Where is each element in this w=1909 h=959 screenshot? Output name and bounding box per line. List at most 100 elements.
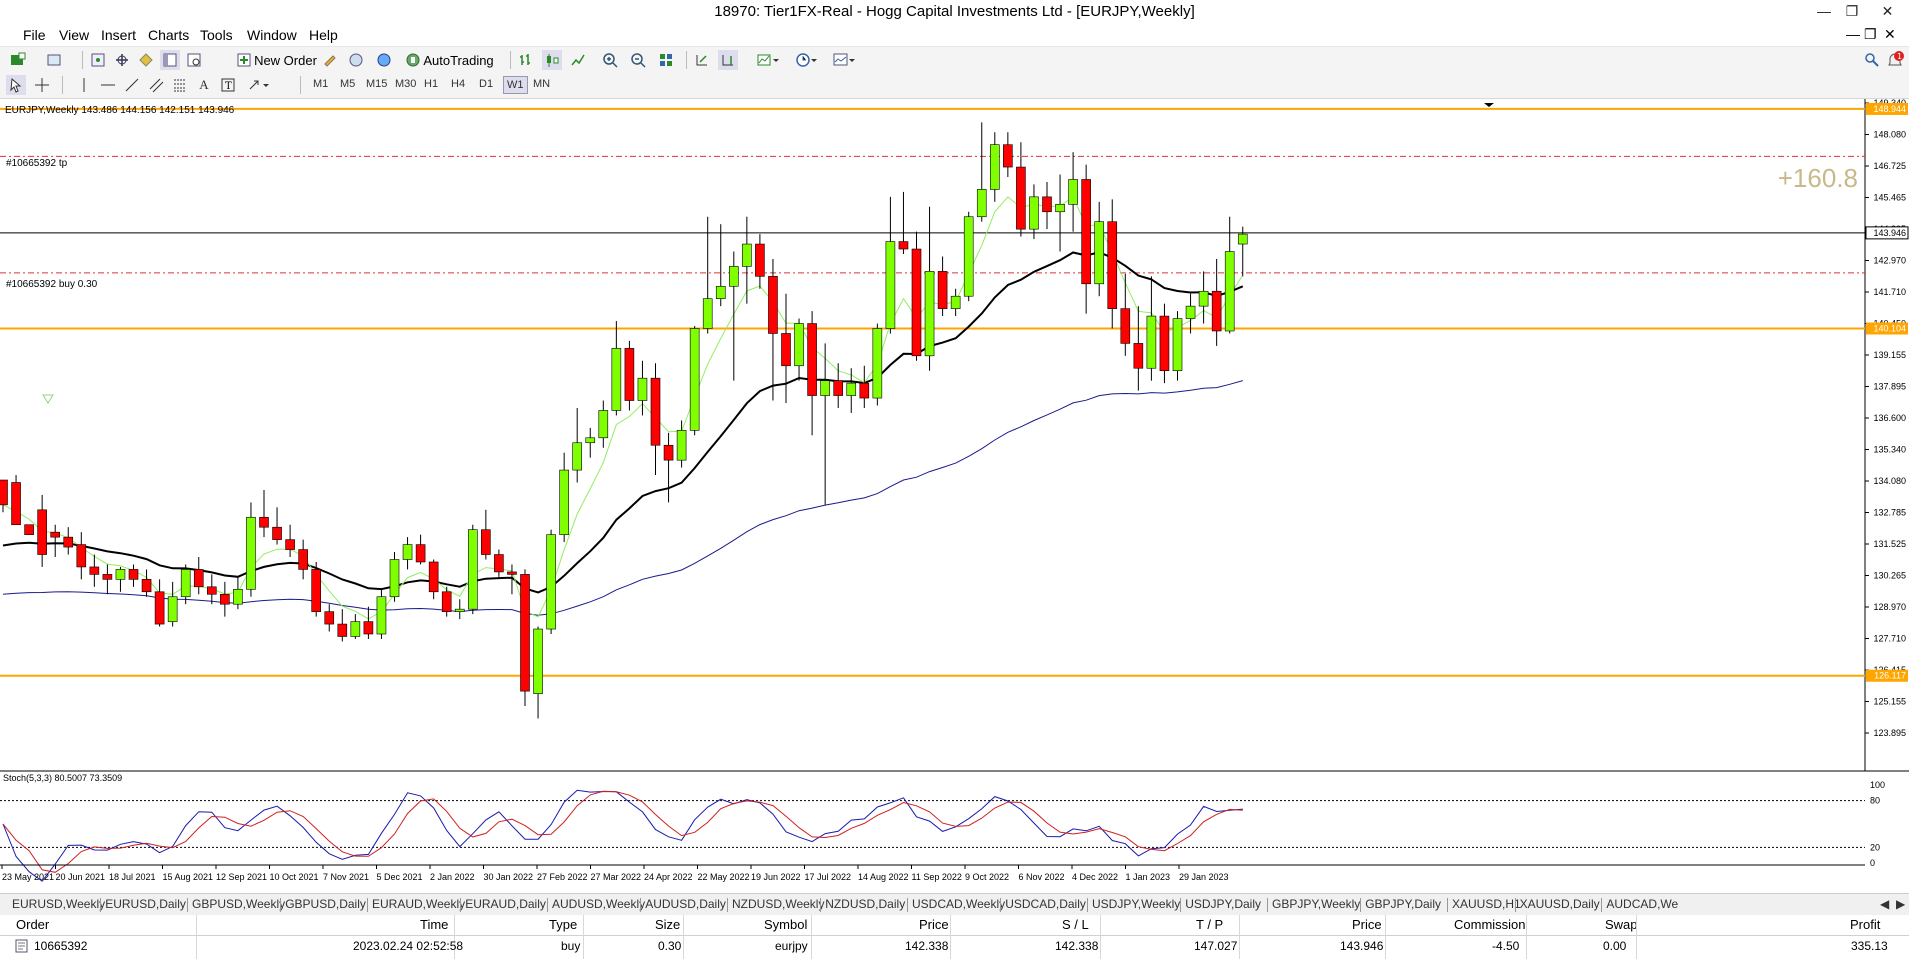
chart-tab[interactable]: EURUSD,Daily — [105, 897, 186, 911]
timeframe-m1[interactable]: M1 — [310, 76, 331, 92]
zoom-in-icon[interactable] — [600, 50, 620, 70]
chart-tab[interactable]: USDJPY,Weekly — [1092, 897, 1180, 911]
col-time[interactable]: Time — [420, 915, 448, 935]
market-watch-icon[interactable] — [88, 50, 108, 70]
chart-tab[interactable]: USDCAD,Weekly — [912, 897, 1005, 911]
auto-scroll-icon[interactable] — [692, 50, 712, 70]
chart-tab[interactable]: EURAUD,Daily — [465, 897, 546, 911]
new-chart-icon[interactable] — [4, 50, 32, 70]
strategy-tester-icon[interactable] — [184, 50, 204, 70]
chart-tab[interactable]: AUDUSD,Weekly — [552, 897, 645, 911]
menu-file[interactable]: File — [23, 27, 46, 43]
search-icon[interactable] — [1862, 50, 1882, 70]
notifications-icon[interactable]: 1 — [1884, 50, 1906, 70]
timeframe-d1[interactable]: D1 — [476, 76, 496, 92]
chart-tab[interactable]: AUDCAD,We — [1606, 897, 1678, 911]
close-child-icon[interactable]: ✕ — [1884, 26, 1896, 43]
timeframe-m5[interactable]: M5 — [337, 76, 358, 92]
navigator-icon[interactable] — [136, 50, 156, 70]
timeframe-h1[interactable]: H1 — [421, 76, 441, 92]
chart-tab[interactable]: XAUUSD,Daily — [1520, 897, 1600, 911]
col-profit[interactable]: Profit — [1850, 915, 1880, 935]
col-current-price[interactable]: Price — [1352, 915, 1382, 935]
chart-tab[interactable]: AUDUSD,Daily — [645, 897, 726, 911]
data-window-icon[interactable] — [112, 50, 132, 70]
chart-tab[interactable]: USDJPY,Daily — [1185, 897, 1261, 911]
timeframe-h4[interactable]: H4 — [448, 76, 468, 92]
equidistant-channel-icon[interactable] — [146, 75, 166, 95]
restore-child-icon[interactable]: ❐ — [1864, 26, 1877, 43]
indicators-icon[interactable] — [752, 50, 784, 70]
minimize-child-icon[interactable]: — — [1846, 26, 1860, 42]
autotrading-button[interactable]: AutoTrading — [402, 50, 498, 70]
arrows-dropdown-icon[interactable] — [244, 75, 274, 95]
crosshair-icon[interactable] — [32, 75, 52, 95]
candle-body — [285, 539, 295, 550]
close-button[interactable]: ✕ — [1866, 0, 1909, 22]
candle-body — [950, 295, 961, 309]
candle-body — [1068, 179, 1078, 205]
menu-view[interactable]: View — [59, 27, 89, 43]
chart-tab[interactable]: GBPJPY,Daily — [1365, 897, 1441, 911]
col-type[interactable]: Type — [549, 915, 577, 935]
menu-help[interactable]: Help — [309, 27, 338, 43]
menu-insert[interactable]: Insert — [101, 27, 136, 43]
col-price[interactable]: Price — [919, 915, 949, 935]
chart-window[interactable]: 149.340148.080146.725145.465144.205142.9… — [0, 99, 1909, 899]
table-row[interactable]: 10665392 2023.02.24 02:52:58 buy 0.30 eu… — [0, 936, 1909, 958]
tile-windows-icon[interactable] — [656, 50, 676, 70]
cursor-icon[interactable] — [6, 75, 26, 95]
bar-chart-icon[interactable] — [516, 50, 536, 70]
restore-button[interactable]: ❐ — [1838, 0, 1866, 22]
chart-tab[interactable]: GBPUSD,Weekly — [192, 897, 285, 911]
timeframe-m30[interactable]: M30 — [392, 76, 419, 92]
minimize-button[interactable]: — — [1810, 0, 1838, 22]
horizontal-line-icon[interactable] — [98, 75, 118, 95]
chart-shift-icon[interactable] — [718, 50, 738, 70]
menu-window[interactable]: Window — [247, 27, 297, 43]
col-commission[interactable]: Commission — [1454, 915, 1526, 935]
candle-body — [1120, 308, 1131, 344]
price-chart[interactable]: 149.340148.080146.725145.465144.205142.9… — [0, 99, 1909, 899]
chart-tab[interactable]: XAUUSD,H1 — [1452, 897, 1521, 911]
profiles-icon[interactable] — [40, 50, 68, 70]
chart-tab[interactable]: EURUSD,Weekly — [12, 897, 105, 911]
text-label-icon[interactable]: T — [218, 75, 238, 95]
chart-tab[interactable]: EURAUD,Weekly — [372, 897, 465, 911]
col-size[interactable]: Size — [655, 915, 680, 935]
chart-tab[interactable]: NZDUSD,Daily — [825, 897, 905, 911]
chart-tab[interactable]: GBPJPY,Weekly — [1272, 897, 1360, 911]
market-icon[interactable] — [374, 50, 394, 70]
menu-tools[interactable]: Tools — [200, 27, 233, 43]
col-sl[interactable]: S / L — [1062, 915, 1089, 935]
terminal-icon[interactable] — [160, 50, 180, 70]
menu-charts[interactable]: Charts — [148, 27, 189, 43]
timeframe-m15[interactable]: M15 — [363, 76, 390, 92]
timeframe-mn[interactable]: MN — [530, 76, 553, 92]
templates-icon[interactable] — [828, 50, 860, 70]
candlestick-icon[interactable] — [542, 50, 562, 70]
fibonacci-icon[interactable] — [170, 75, 190, 95]
chart-tab[interactable]: USDCAD,Daily — [1005, 897, 1086, 911]
tab-scroll-left-icon[interactable]: ◀ — [1880, 897, 1889, 911]
date-label: 14 Aug 2022 — [858, 872, 909, 882]
chart-tab[interactable]: GBPUSD,Daily — [285, 897, 366, 911]
periods-icon[interactable] — [790, 50, 822, 70]
trendline-icon[interactable] — [122, 75, 142, 95]
timeframe-w1[interactable]: W1 — [503, 76, 528, 94]
col-swap[interactable]: Swap — [1605, 915, 1638, 935]
vertical-line-icon[interactable] — [74, 75, 94, 95]
col-tp[interactable]: T / P — [1196, 915, 1223, 935]
new-order-button[interactable]: New Order — [232, 50, 322, 70]
col-order[interactable]: Order — [16, 915, 49, 935]
signals-icon[interactable] — [346, 50, 366, 70]
line-chart-icon[interactable] — [568, 50, 588, 70]
buy-line-label: #10665392 buy 0.30 — [6, 279, 98, 290]
metaeditor-icon[interactable] — [320, 50, 340, 70]
zoom-out-icon[interactable] — [628, 50, 648, 70]
col-symbol[interactable]: Symbol — [764, 915, 807, 935]
svg-text:1: 1 — [1897, 52, 1902, 61]
chart-tab[interactable]: NZDUSD,Weekly — [732, 897, 824, 911]
tab-scroll-right-icon[interactable]: ▶ — [1896, 897, 1905, 911]
text-icon[interactable]: A — [194, 75, 214, 95]
